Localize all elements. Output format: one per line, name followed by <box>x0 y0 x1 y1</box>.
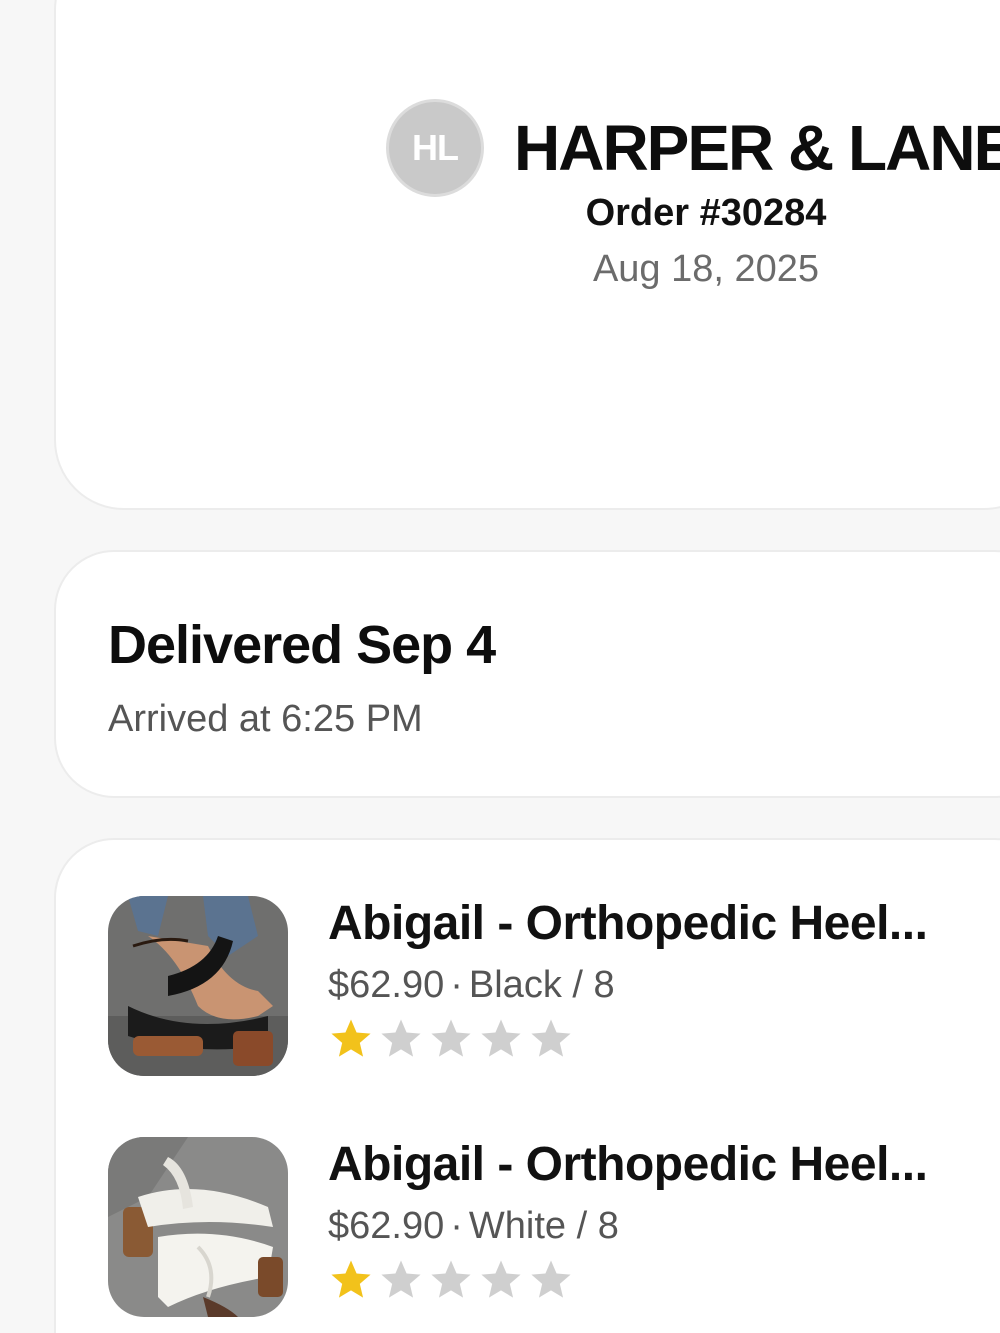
list-item[interactable]: Abigail - Orthopedic Heel... $62.90 · Whit… <box>108 1135 928 1317</box>
delivery-status-title: Delivered Sep 4 <box>108 615 496 675</box>
order-details-page: HL HARPER & LANE Order #30284 Aug 18, 20… <box>0 0 1000 1333</box>
order-date: Aug 18, 2025 <box>592 248 820 290</box>
product-image-black-sandal[interactable] <box>108 896 288 1076</box>
item-meta: $62.90 · Black / 8 <box>328 962 927 1008</box>
black-sandal-image <box>108 896 288 1076</box>
rating-stars[interactable] <box>328 1257 927 1303</box>
store-logo: HL <box>386 99 484 197</box>
item-meta: $62.90 · White / 8 <box>328 1203 927 1249</box>
item-variant: Black / 8 <box>468 964 615 1006</box>
star-empty-icon[interactable] <box>528 1257 574 1303</box>
star-filled-icon[interactable] <box>328 1016 374 1062</box>
order-items-card: Abigail - Orthopedic Heel... $62.90 · Blac… <box>54 838 1000 1333</box>
delivery-status-card[interactable]: Delivered Sep 4 Arrived at 6:25 PM <box>54 550 1000 798</box>
item-title: Abigail - Orthopedic Heel... <box>328 897 928 950</box>
product-image-white-sandal[interactable] <box>108 1137 288 1317</box>
item-info: Abigail - Orthopedic Heel... $62.90 · Whit… <box>328 1135 928 1303</box>
brand-row[interactable]: HL HARPER & LANE <box>386 99 1000 197</box>
star-empty-icon[interactable] <box>378 1016 424 1062</box>
item-info: Abigail - Orthopedic Heel... $62.90 · Blac… <box>328 894 928 1062</box>
star-empty-icon[interactable] <box>428 1016 474 1062</box>
rating-stars[interactable] <box>328 1016 927 1062</box>
item-title: Abigail - Orthopedic Heel... <box>328 1138 928 1191</box>
star-empty-icon[interactable] <box>478 1257 524 1303</box>
star-empty-icon[interactable] <box>378 1257 424 1303</box>
star-filled-icon[interactable] <box>328 1257 374 1303</box>
star-empty-icon[interactable] <box>428 1257 474 1303</box>
meta-separator: · <box>450 1205 463 1247</box>
store-name: HARPER & LANE <box>514 112 1000 184</box>
white-sandal-image <box>108 1137 288 1317</box>
delivery-status-subtitle: Arrived at 6:25 PM <box>108 698 423 740</box>
item-price: $62.90 <box>328 964 445 1006</box>
order-number: Order #30284 <box>585 192 827 234</box>
list-item[interactable]: Abigail - Orthopedic Heel... $62.90 · Blac… <box>108 894 928 1076</box>
meta-separator: · <box>450 964 463 1006</box>
order-header-card: HL HARPER & LANE Order #30284 Aug 18, 20… <box>54 0 1000 510</box>
item-variant: White / 8 <box>468 1205 619 1247</box>
star-empty-icon[interactable] <box>478 1016 524 1062</box>
star-empty-icon[interactable] <box>528 1016 574 1062</box>
item-price: $62.90 <box>328 1205 445 1247</box>
